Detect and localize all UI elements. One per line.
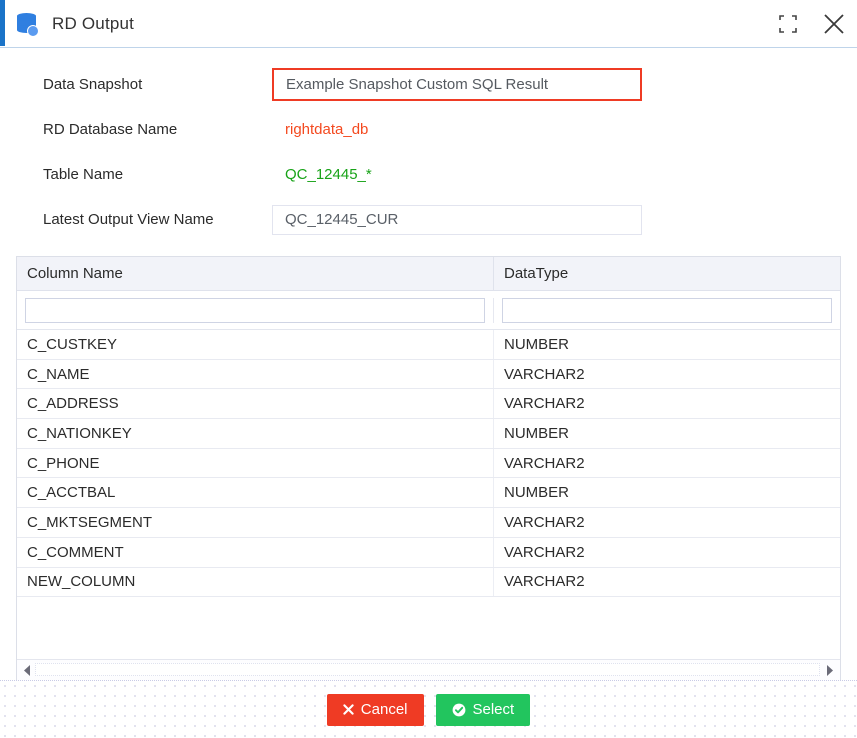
label-latest-output-view-name: Latest Output View Name — [0, 211, 272, 228]
cell-column-name: C_ADDRESS — [17, 389, 494, 418]
form-row-latest-output-view-name: Latest Output View Name — [0, 197, 857, 242]
filter-cell-column-name — [17, 298, 494, 323]
scrollbar-track[interactable] — [35, 663, 820, 676]
cell-column-name: C_ACCTBAL — [17, 478, 494, 507]
table-row[interactable]: C_ACCTBAL NUMBER — [17, 478, 840, 508]
select-button[interactable]: Select — [436, 694, 531, 726]
scroll-right-arrow-icon[interactable] — [821, 665, 837, 676]
cancel-button[interactable]: Cancel — [327, 694, 424, 726]
label-data-snapshot: Data Snapshot — [0, 76, 272, 93]
value-data-snapshot — [272, 68, 857, 101]
titlebar-accent-bar — [0, 0, 5, 46]
filter-input-datatype[interactable] — [502, 298, 832, 323]
cell-datatype: VARCHAR2 — [494, 360, 840, 389]
form-row-data-snapshot: Data Snapshot — [0, 62, 857, 107]
horizontal-scrollbar[interactable] — [17, 659, 840, 680]
output-form: Data Snapshot RD Database Name rightdata… — [0, 48, 857, 242]
check-circle-icon — [452, 703, 466, 717]
table-name-value: QC_12445_* — [272, 166, 372, 183]
dialog-title: RD Output — [52, 14, 134, 34]
cell-datatype: VARCHAR2 — [494, 568, 840, 597]
table-row[interactable]: C_CUSTKEY NUMBER — [17, 330, 840, 360]
cell-datatype: VARCHAR2 — [494, 389, 840, 418]
cell-datatype: VARCHAR2 — [494, 538, 840, 567]
cell-column-name: C_PHONE — [17, 449, 494, 478]
cell-column-name: C_NAME — [17, 360, 494, 389]
latest-output-view-name-input[interactable] — [272, 205, 642, 235]
cell-column-name: C_MKTSEGMENT — [17, 508, 494, 537]
column-header-column-name[interactable]: Column Name — [17, 257, 494, 290]
dialog-body: Data Snapshot RD Database Name rightdata… — [0, 48, 857, 680]
cell-column-name: C_COMMENT — [17, 538, 494, 567]
form-row-rd-database-name: RD Database Name rightdata_db — [0, 107, 857, 152]
grid-body: C_CUSTKEY NUMBER C_NAME VARCHAR2 C_ADDRE… — [17, 330, 840, 659]
table-row[interactable]: C_PHONE VARCHAR2 — [17, 449, 840, 479]
select-button-label: Select — [473, 702, 515, 717]
database-icon — [14, 10, 40, 38]
dialog-titlebar: RD Output — [0, 0, 857, 48]
label-rd-database-name: RD Database Name — [0, 121, 272, 138]
close-x-icon — [343, 704, 354, 715]
scroll-left-arrow-icon[interactable] — [19, 665, 35, 676]
table-row[interactable]: C_NATIONKEY NUMBER — [17, 419, 840, 449]
dialog-footer: Cancel Select — [0, 680, 857, 738]
close-icon[interactable] — [811, 1, 857, 47]
value-table-name: QC_12445_* — [272, 166, 857, 184]
cell-column-name: C_CUSTKEY — [17, 330, 494, 359]
cell-datatype: NUMBER — [494, 478, 840, 507]
cell-datatype: NUMBER — [494, 419, 840, 448]
table-row[interactable]: C_COMMENT VARCHAR2 — [17, 538, 840, 568]
rd-database-name-value: rightdata_db — [272, 121, 368, 138]
table-row[interactable]: C_MKTSEGMENT VARCHAR2 — [17, 508, 840, 538]
maximize-icon[interactable] — [765, 1, 811, 47]
filter-input-column-name[interactable] — [25, 298, 485, 323]
rd-output-dialog: RD Output Data Snapshot RD Database Name — [0, 0, 857, 738]
columns-grid: Column Name DataType C_CUSTKEY NUMBER C_… — [16, 256, 841, 680]
cell-column-name: C_NATIONKEY — [17, 419, 494, 448]
value-rd-database-name: rightdata_db — [272, 121, 857, 139]
grid-header-row: Column Name DataType — [17, 257, 840, 291]
cell-datatype: VARCHAR2 — [494, 449, 840, 478]
filter-cell-datatype — [494, 298, 840, 323]
grid-filter-row — [17, 291, 840, 330]
column-header-datatype[interactable]: DataType — [494, 257, 840, 290]
table-row[interactable]: NEW_COLUMN VARCHAR2 — [17, 568, 840, 598]
form-row-table-name: Table Name QC_12445_* — [0, 152, 857, 197]
cancel-button-label: Cancel — [361, 702, 408, 717]
table-row[interactable]: C_NAME VARCHAR2 — [17, 360, 840, 390]
table-row[interactable]: C_ADDRESS VARCHAR2 — [17, 389, 840, 419]
label-table-name: Table Name — [0, 166, 272, 183]
cell-datatype: NUMBER — [494, 330, 840, 359]
data-snapshot-input[interactable] — [272, 68, 642, 101]
cell-column-name: NEW_COLUMN — [17, 568, 494, 597]
value-latest-output-view-name — [272, 205, 857, 235]
cell-datatype: VARCHAR2 — [494, 508, 840, 537]
